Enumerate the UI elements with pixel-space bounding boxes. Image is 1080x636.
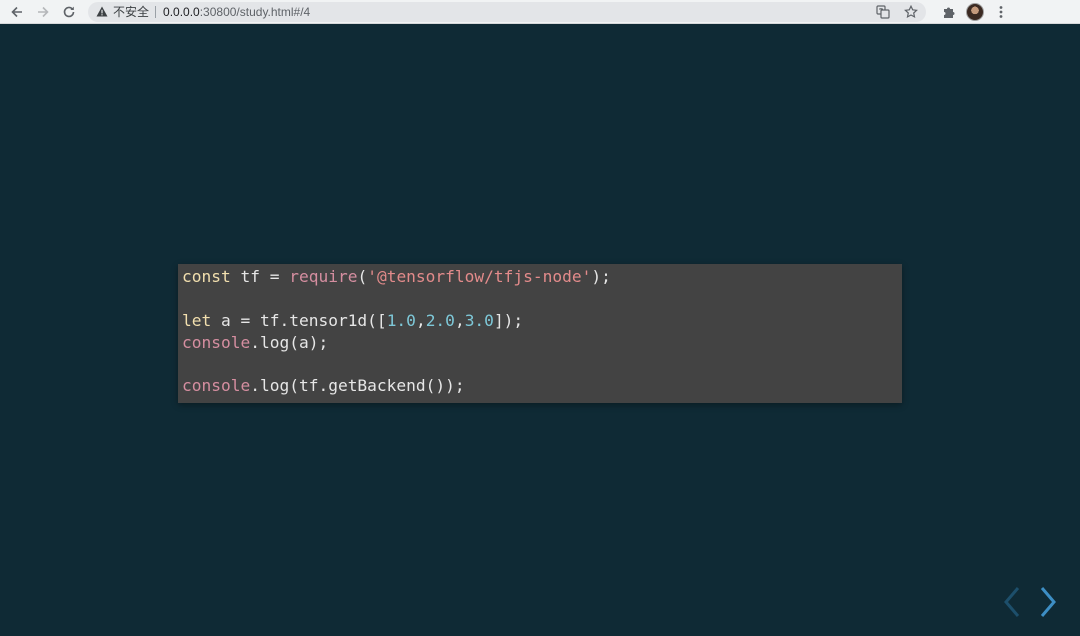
star-icon[interactable]: [904, 4, 918, 19]
avatar: [966, 2, 984, 21]
code-token: a = tf.tensor1d([: [211, 310, 387, 330]
chevron-left-icon: [1004, 587, 1020, 617]
slide: const tf = require('@tensorflow/tfjs-nod…: [0, 24, 1080, 636]
code-token: '@tensorflow/tfjs-node': [367, 267, 592, 286]
code-token: .log(a);: [250, 332, 329, 352]
warning-triangle-icon[interactable]: [96, 6, 108, 17]
code-token: tf =: [230, 267, 290, 286]
code-line: let a = tf.tensor1d([1.0,2.0,3.0]);: [182, 310, 898, 332]
back-button[interactable]: [4, 0, 30, 24]
next-slide-button[interactable]: [1030, 586, 1066, 618]
insecure-label[interactable]: 不安全: [113, 3, 149, 20]
url-host[interactable]: 0.0.0.0: [163, 5, 200, 19]
code-token: require: [289, 267, 358, 286]
url-path[interactable]: :30800/study.html#/4: [200, 5, 311, 19]
translate-icon[interactable]: [876, 4, 890, 19]
code-block: const tf = require('@tensorflow/tfjs-nod…: [178, 264, 902, 403]
omnibox-separator: [155, 5, 157, 18]
code-token: console: [182, 332, 251, 352]
address-bar[interactable]: 不安全 0.0.0.0:30800/study.html#/4: [88, 1, 926, 22]
code-token: ,: [415, 310, 426, 330]
previous-slide-button[interactable]: [994, 586, 1030, 618]
toolbar-actions: [936, 2, 1014, 21]
code-token: (: [357, 267, 368, 286]
profile-avatar[interactable]: [962, 2, 988, 21]
browser-toolbar: 不安全 0.0.0.0:30800/study.html#/4: [0, 0, 1080, 24]
omnibox-actions: [862, 4, 918, 19]
code-token: 1.0: [386, 310, 416, 330]
slide-navigation: [994, 586, 1066, 618]
kebab-menu-icon[interactable]: [988, 5, 1014, 19]
code-token: 3.0: [464, 310, 494, 330]
arrow-right-icon: [38, 6, 49, 17]
code-token: let: [182, 310, 212, 330]
code-token: ]);: [493, 310, 524, 330]
code-token: );: [591, 267, 611, 286]
chevron-right-icon: [1040, 587, 1056, 617]
code-line: console.log(a);: [182, 332, 898, 354]
puzzle-icon[interactable]: [936, 5, 962, 19]
reload-icon: [63, 6, 75, 17]
code-line: const tf = require('@tensorflow/tfjs-nod…: [182, 266, 898, 288]
code-line: console.log(tf.getBackend());: [182, 375, 898, 397]
forward-button[interactable]: [30, 0, 56, 24]
code-token: .log(tf.getBackend());: [250, 376, 465, 396]
arrow-left-icon: [11, 6, 22, 17]
code-token: console: [182, 376, 251, 396]
code-token: 2.0: [425, 310, 455, 330]
reload-button[interactable]: [56, 0, 82, 24]
code-token: const: [182, 267, 231, 286]
code-token: ,: [454, 310, 465, 330]
